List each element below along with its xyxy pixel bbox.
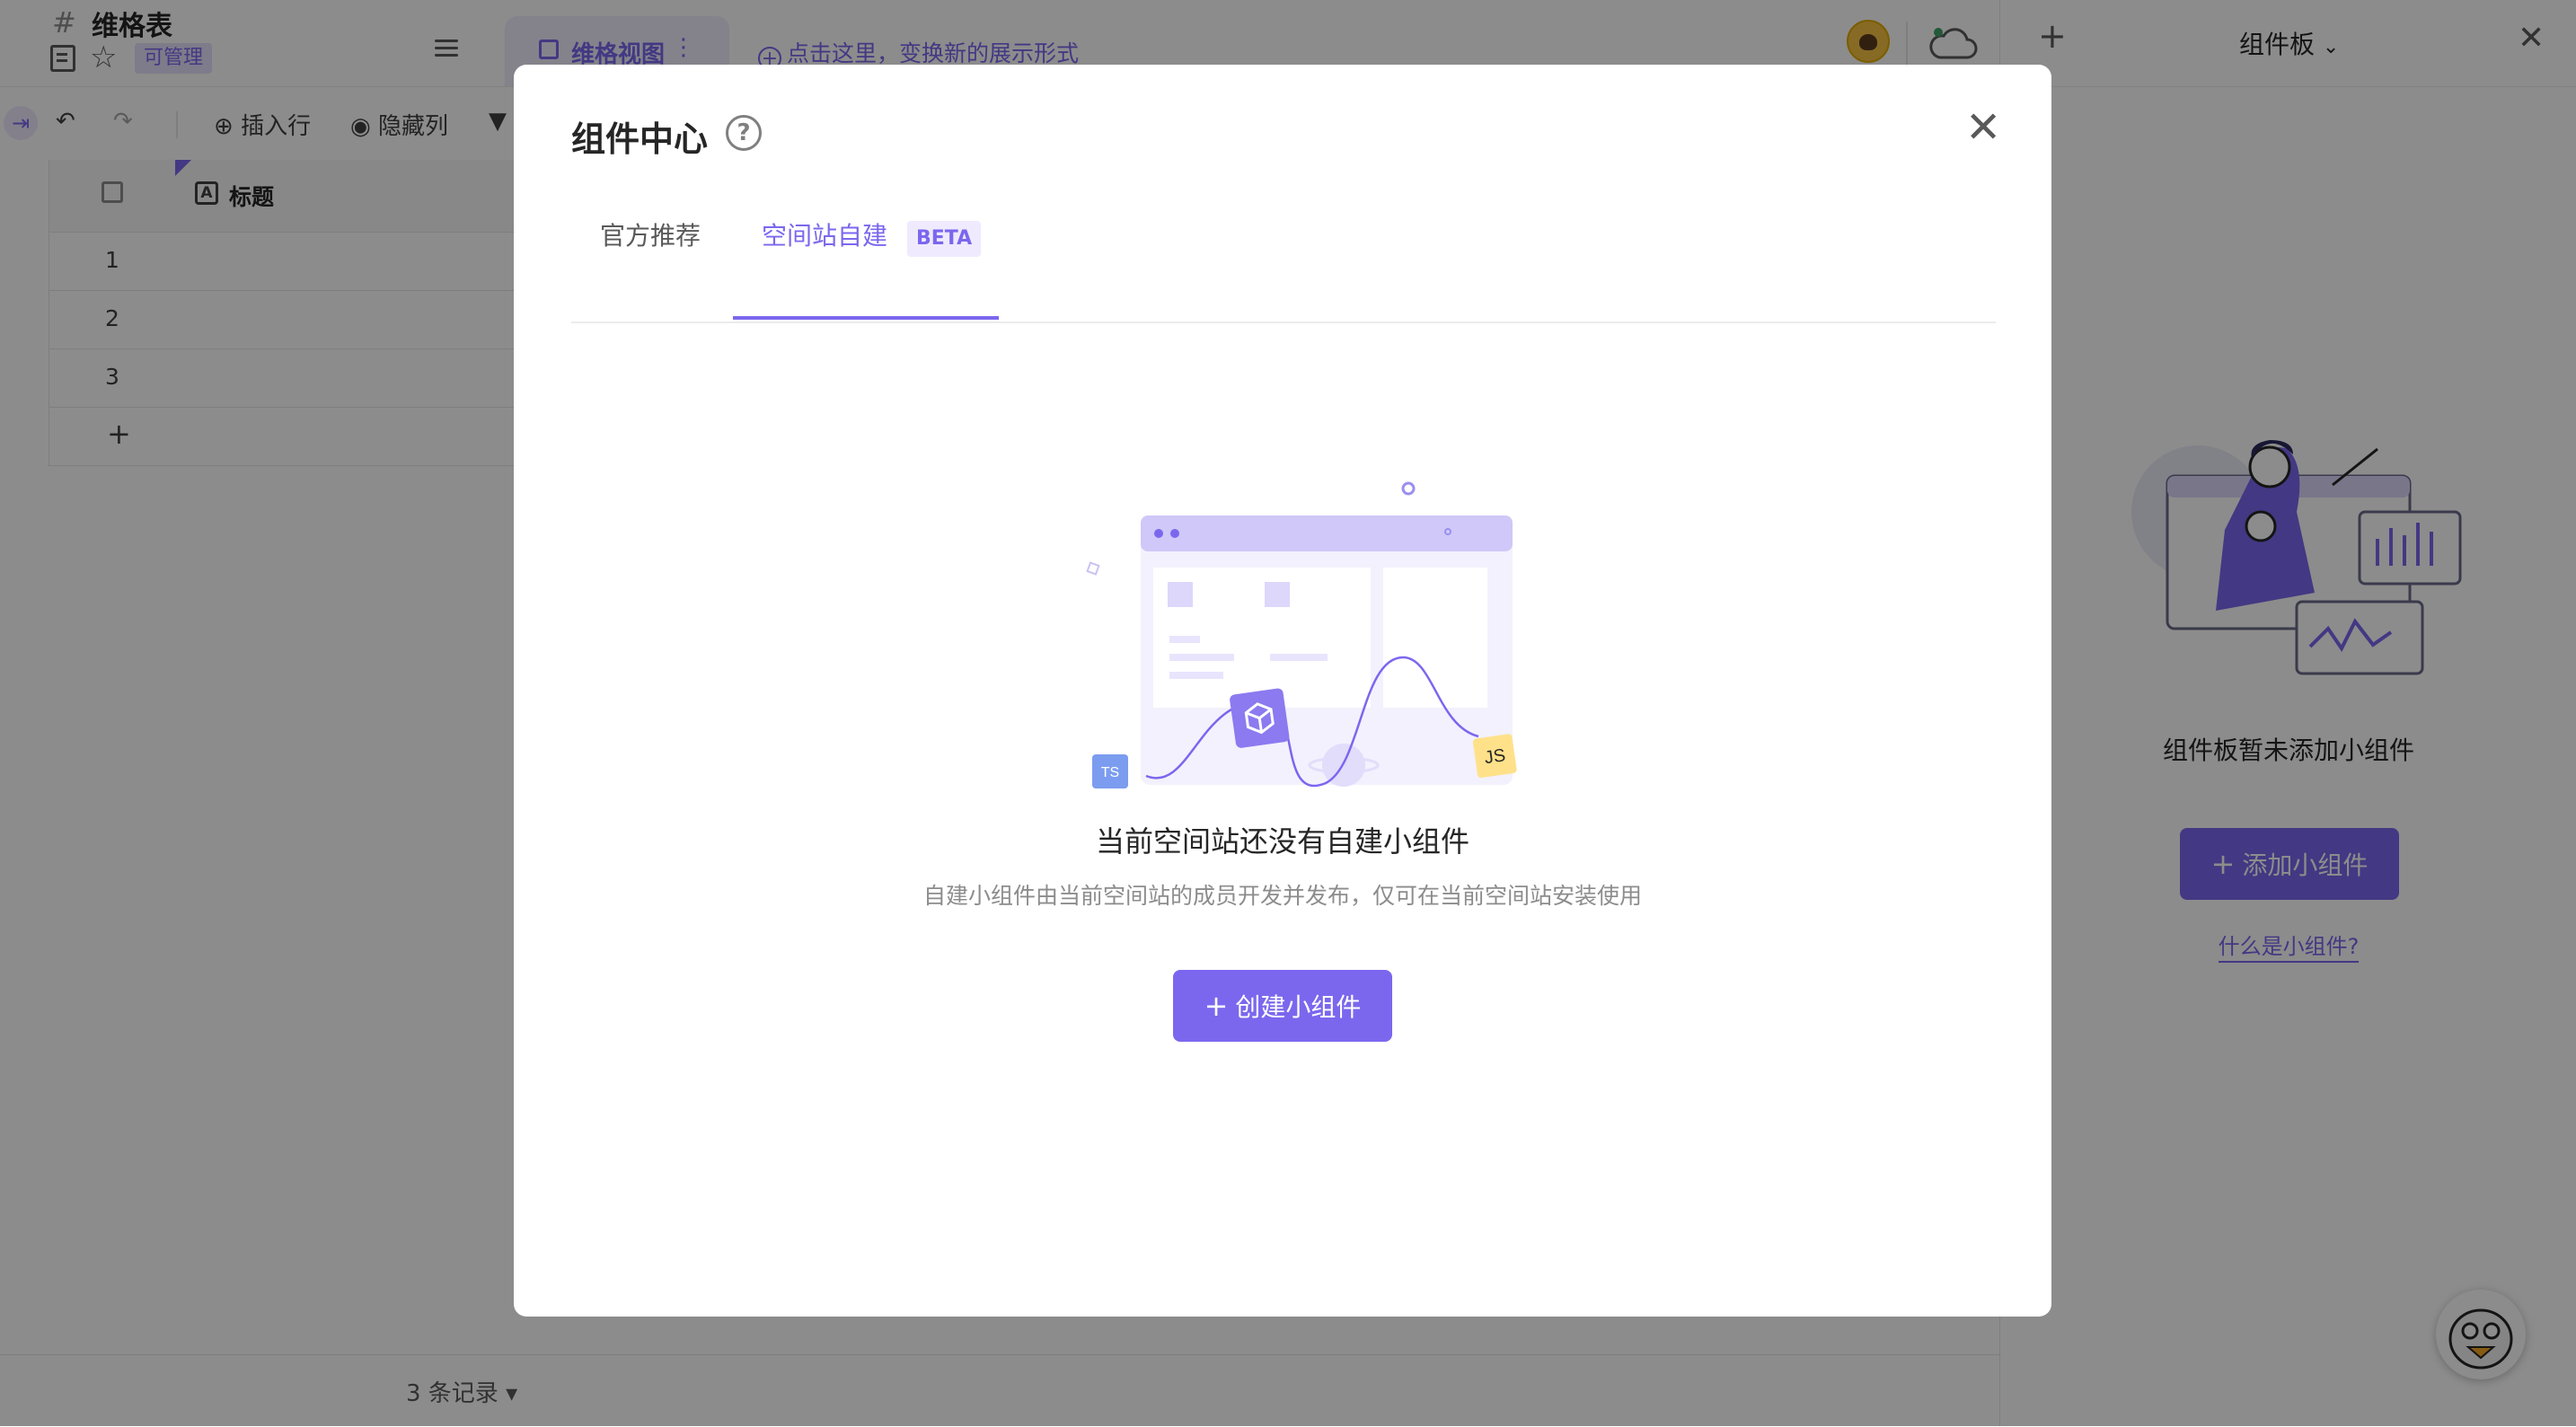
empty-state-description: 自建小组件由当前空间站的成员开发并发布，仅可在当前空间站安装使用 xyxy=(922,883,1642,909)
modal-title: 组件中心 xyxy=(571,119,709,159)
tab-label: 空间站自建 xyxy=(762,221,888,251)
js-label: JS xyxy=(1483,745,1506,768)
create-widget-button[interactable]: + 创建小组件 xyxy=(1173,970,1392,1042)
create-widget-label: 创建小组件 xyxy=(1235,992,1362,1022)
tab-space-custom[interactable]: 空间站自建 BETA xyxy=(733,190,999,320)
modal-tabs: 官方推荐 空间站自建 BETA xyxy=(571,190,1996,323)
close-icon[interactable]: ✕ xyxy=(1965,106,2001,149)
empty-state-title: 当前空间站还没有自建小组件 xyxy=(1095,824,1469,859)
tab-official-recommend[interactable]: 官方推荐 xyxy=(600,190,701,320)
tab-label: 官方推荐 xyxy=(600,221,701,251)
widget-center-modal: 组件中心 ? ✕ 官方推荐 空间站自建 BETA TS JS 当前空间站还没有自… xyxy=(514,65,2051,1317)
plus-icon: + xyxy=(1204,989,1229,1023)
empty-custom-widget-illustration: TS JS xyxy=(1086,481,1517,788)
beta-badge: BETA xyxy=(907,221,982,257)
ts-label: TS xyxy=(1101,765,1119,780)
help-icon[interactable]: ? xyxy=(726,115,762,151)
